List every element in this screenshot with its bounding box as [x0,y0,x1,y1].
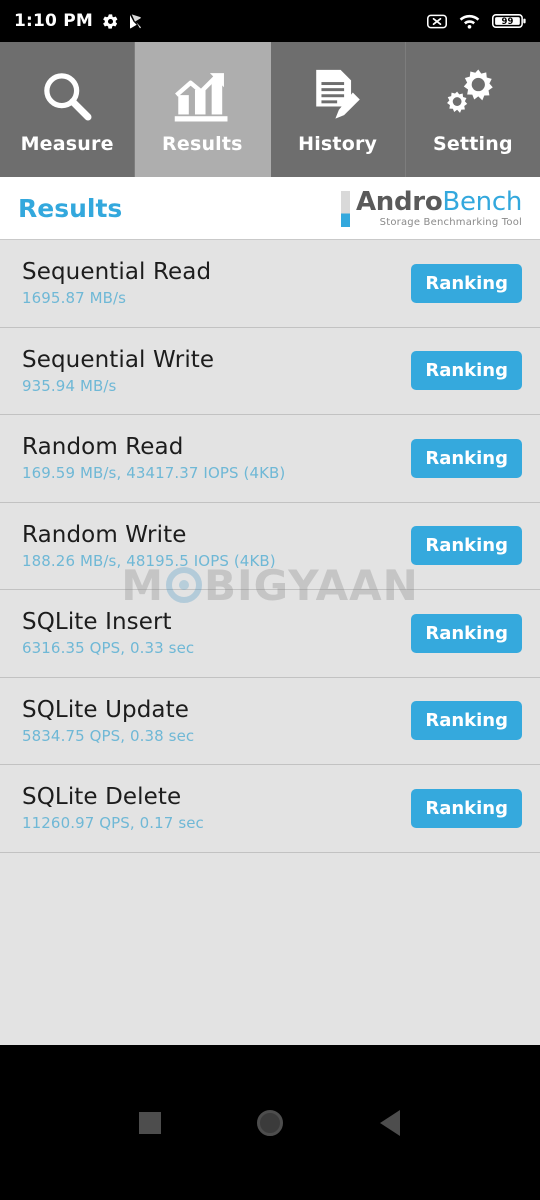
main-tab-bar: Measure Results History Setting [0,42,540,177]
row-title: Sequential Write [22,346,215,373]
logo-andro: Andro [355,186,443,217]
tab-label-measure: Measure [20,132,114,155]
row-title: SQLite Insert [22,609,172,636]
table-row[interactable]: SQLite Update 5834.75 QPS, 0.38 sec Rank… [0,678,540,765]
tab-measure[interactable]: Measure [0,42,136,177]
row-texts: Sequential Read 1695.87 MB/s [22,259,211,307]
tab-setting[interactable]: Setting [405,42,540,177]
tab-results[interactable]: Results [135,42,271,177]
tab-label-history: History [298,132,378,155]
table-row[interactable]: SQLite Delete 11260.97 QPS, 0.17 sec Ran… [0,765,540,853]
ranking-button[interactable]: Ranking [411,613,522,653]
logo-wordmark: AndroBench [355,186,522,217]
row-value: 935.94 MB/s [22,376,117,395]
ranking-button[interactable]: Ranking [411,526,522,566]
wifi-icon [459,13,480,29]
recents-button[interactable] [122,1095,178,1151]
battery-icon: 99 [492,13,526,29]
gear-icon [102,13,119,30]
status-bar: 1:10 PM 99 [0,0,540,42]
clock: 1:10 PM [14,11,93,31]
triangle-left-icon [380,1109,400,1136]
results-list[interactable]: Sequential Read 1695.87 MB/s Ranking Seq… [0,240,540,1045]
row-title: Random Read [22,434,184,461]
table-row[interactable]: Sequential Write 935.94 MB/s Ranking [0,328,540,415]
logo-subtitle: Storage Benchmarking Tool [379,216,522,228]
table-row[interactable]: SQLite Insert 6316.35 QPS, 0.33 sec Rank… [0,590,540,678]
ranking-button[interactable]: Ranking [411,263,522,303]
row-value: 188.26 MB/s, 48195.5 IOPS (4KB) [22,551,276,570]
tab-label-setting: Setting [432,132,513,155]
app-header: Results AndroBench Storage Benchmarking … [0,177,540,240]
back-button[interactable] [362,1095,418,1151]
no-sim-icon [427,14,447,29]
document-pencil-icon [311,65,365,127]
tab-history[interactable]: History [270,42,406,177]
circle-icon [257,1109,283,1136]
row-title: SQLite Update [22,696,189,723]
table-row[interactable]: Random Read 169.59 MB/s, 43417.37 IOPS (… [0,415,540,503]
android-nav-bar [0,1045,540,1200]
play-store-icon [128,13,144,30]
row-value: 6316.35 QPS, 0.33 sec [22,639,195,658]
ranking-button[interactable]: Ranking [411,438,522,478]
page-title: Results [18,193,123,223]
table-row[interactable]: Random Write 188.26 MB/s, 48195.5 IOPS (… [0,503,540,590]
status-bar-right: 99 [427,13,526,29]
row-value: 5834.75 QPS, 0.38 sec [22,726,195,745]
status-bar-left: 1:10 PM [14,11,144,31]
row-title: SQLite Delete [22,784,182,811]
row-texts: SQLite Insert 6316.35 QPS, 0.33 sec [22,609,194,657]
table-row[interactable]: Sequential Read 1695.87 MB/s Ranking [0,240,540,328]
row-value: 1695.87 MB/s [22,289,127,308]
row-title: Random Write [22,521,187,548]
row-value: 11260.97 QPS, 0.17 sec [22,814,204,833]
logo-bar-icon [340,190,350,227]
row-texts: SQLite Delete 11260.97 QPS, 0.17 sec [22,784,204,832]
phone-screen: 1:10 PM 99 Measure Results History Setti… [0,0,540,1200]
tab-label-results: Results [162,132,243,155]
logo-bench: Bench [442,186,522,217]
ranking-button[interactable]: Ranking [411,788,522,828]
list-empty-space [0,853,540,1043]
battery-level: 99 [502,17,514,27]
row-texts: Sequential Write 935.94 MB/s [22,347,214,395]
androbench-logo: AndroBench Storage Benchmarking Tool [340,186,522,228]
row-texts: Random Read 169.59 MB/s, 43417.37 IOPS (… [22,434,285,482]
bar-chart-icon [173,65,231,127]
square-icon [139,1111,161,1134]
ranking-button[interactable]: Ranking [411,351,522,391]
ranking-button[interactable]: Ranking [411,701,522,741]
row-value: 169.59 MB/s, 43417.37 IOPS (4KB) [22,464,286,483]
row-texts: SQLite Update 5834.75 QPS, 0.38 sec [22,697,194,745]
home-button[interactable] [242,1095,298,1151]
gears-icon [443,65,503,127]
row-title: Sequential Read [22,259,212,286]
logo-text: AndroBench Storage Benchmarking Tool [355,186,522,228]
magnifier-icon [39,65,95,127]
row-texts: Random Write 188.26 MB/s, 48195.5 IOPS (… [22,522,276,570]
